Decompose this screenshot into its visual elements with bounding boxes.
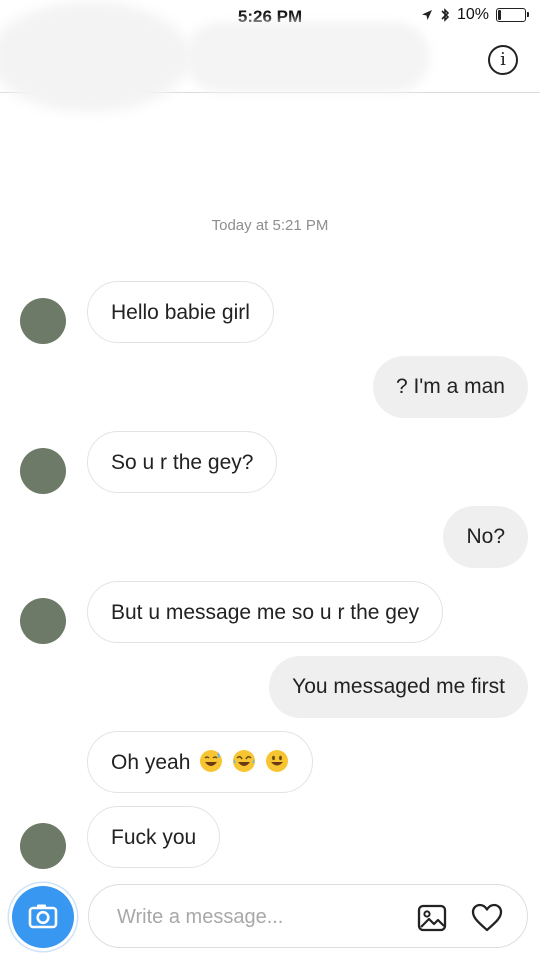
avatar[interactable] bbox=[20, 448, 66, 494]
thread-timestamp: Today at 5:21 PM bbox=[211, 217, 329, 234]
avatar[interactable] bbox=[20, 823, 66, 869]
redacted-area bbox=[0, 2, 190, 112]
location-arrow-icon bbox=[421, 10, 432, 20]
sweat-smile-emoji bbox=[200, 750, 223, 772]
message-bubble-incoming[interactable]: Hello babie girl bbox=[87, 281, 274, 343]
avatar[interactable] bbox=[20, 598, 66, 644]
message-input[interactable] bbox=[115, 899, 399, 935]
message-bubble-incoming[interactable]: So u r the gey? bbox=[87, 431, 278, 493]
message-text: So u r the gey? bbox=[111, 451, 254, 474]
camera-icon bbox=[28, 904, 58, 929]
message-text: Oh yeah bbox=[111, 751, 191, 774]
heart-icon[interactable] bbox=[470, 901, 504, 935]
message-text: But u message me so u r the gey bbox=[111, 601, 420, 624]
message-text: Fuck you bbox=[111, 826, 197, 849]
message-composer bbox=[88, 884, 528, 948]
battery-icon bbox=[496, 8, 529, 22]
grinning-emoji bbox=[265, 750, 288, 772]
info-icon[interactable]: i bbox=[488, 45, 518, 75]
battery-level bbox=[498, 10, 501, 20]
gallery-icon[interactable] bbox=[415, 901, 449, 935]
camera-button[interactable] bbox=[12, 886, 74, 948]
joy-emoji bbox=[233, 750, 256, 772]
battery-percent: 10% bbox=[456, 6, 489, 23]
message-text: You messaged me first bbox=[292, 675, 505, 698]
message-bubble-incoming[interactable]: But u message me so u r the gey bbox=[87, 581, 444, 643]
avatar[interactable] bbox=[20, 298, 66, 344]
message-bubble-incoming[interactable]: Fuck you bbox=[87, 806, 221, 868]
conversation-header: i bbox=[0, 2, 540, 112]
redacted-username bbox=[185, 22, 430, 92]
message-bubble-incoming[interactable]: Oh yeah bbox=[87, 731, 313, 793]
message-text: ? I'm a man bbox=[395, 375, 505, 398]
status-icons: 10% bbox=[421, 6, 529, 24]
message-bubble-outgoing[interactable]: ? I'm a man bbox=[372, 356, 528, 418]
message-text: Hello babie girl bbox=[111, 301, 250, 324]
bluetooth-icon bbox=[441, 8, 450, 22]
message-text: No? bbox=[466, 525, 505, 548]
message-bubble-outgoing[interactable]: No? bbox=[443, 506, 528, 568]
message-bubble-outgoing[interactable]: You messaged me first bbox=[269, 656, 528, 718]
